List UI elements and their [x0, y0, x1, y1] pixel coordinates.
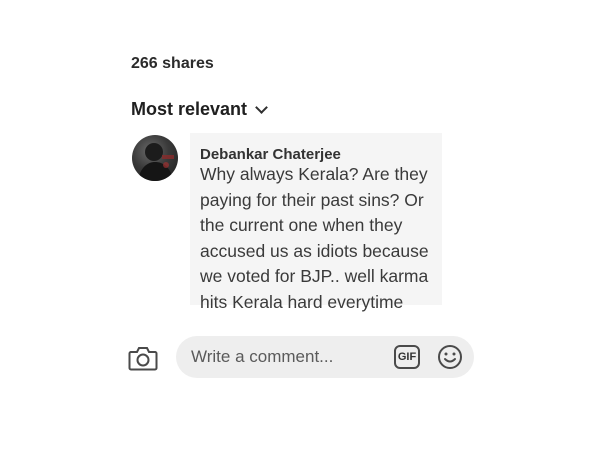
comment-text: Why always Kerala? Are they paying for t…: [200, 164, 429, 312]
comment-author[interactable]: Debankar Chaterjee: [200, 146, 341, 163]
chevron-down-icon: [255, 100, 268, 114]
avatar[interactable]: [132, 135, 178, 181]
emoji-icon[interactable]: [437, 344, 463, 370]
sort-label: Most relevant: [131, 99, 248, 119]
comment-input-placeholder[interactable]: Write a comment...: [191, 347, 333, 367]
camera-icon[interactable]: [128, 345, 158, 371]
gif-button[interactable]: GIF: [394, 345, 420, 369]
sort-comments-dropdown[interactable]: Most relevant: [131, 99, 268, 120]
shares-count[interactable]: 266 shares: [131, 55, 214, 73]
avatar-image: [138, 143, 174, 181]
facebook-comment-screen: 266 shares Most relevant Debankar Chater…: [0, 0, 600, 450]
